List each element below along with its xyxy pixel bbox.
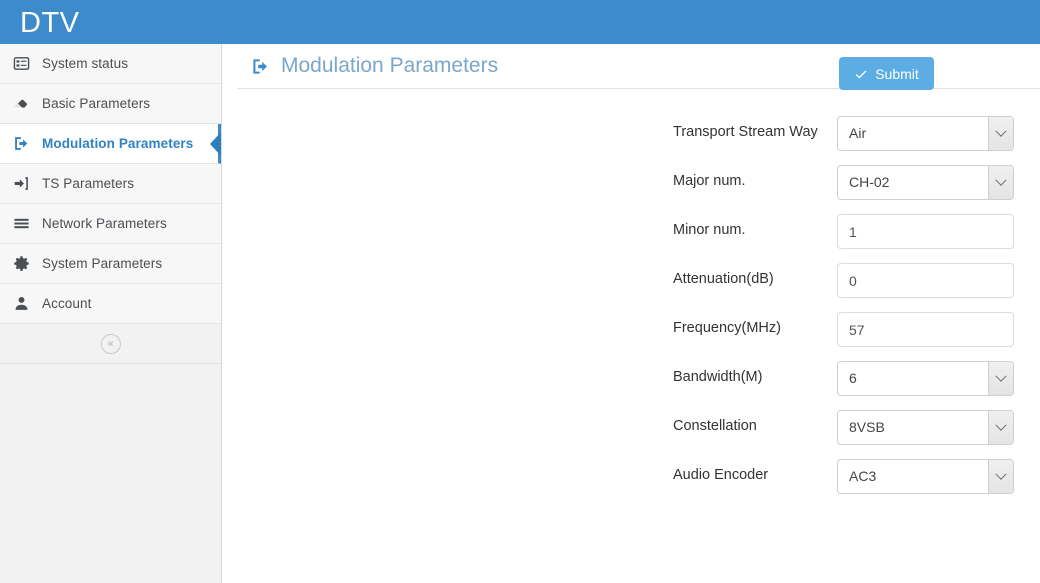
field-control-constellation: 8VSB [837, 410, 1014, 445]
field-control-bandwidth-m: 6 [837, 361, 1014, 396]
chevron-down-icon[interactable] [988, 117, 1013, 150]
sign-in-icon [0, 175, 42, 192]
sign-out-icon [0, 135, 42, 152]
sidebar-item-network-parameters[interactable]: Network Parameters [0, 204, 221, 244]
sidebar-navigation: System status Basic Parameters Modulation … [0, 44, 222, 583]
form-row-transport-stream-way: Transport Stream Way Air [223, 112, 1040, 161]
form-row-frequency-mhz: Frequency(MHz) [223, 308, 1040, 357]
sidebar-item-modulation-parameters[interactable]: Modulation Parameters [0, 124, 221, 164]
sidebar-item-label: Modulation Parameters [42, 136, 194, 151]
bandwidth-m-select[interactable]: 6 [837, 361, 1014, 396]
top-header-bar: DTV [0, 0, 1040, 44]
main-content: Modulation Parameters Transport Stream W… [223, 44, 1040, 583]
transport-stream-way-select-value: Air [849, 125, 867, 141]
sidebar-item-system-parameters[interactable]: System Parameters [0, 244, 221, 284]
chevron-down-icon[interactable] [988, 460, 1013, 493]
sidebar-item-label: Account [42, 296, 92, 311]
bandwidth-m-select-value: 6 [849, 370, 857, 386]
form-row-attenuation-db: Attenuation(dB) [223, 259, 1040, 308]
sidebar-item-account[interactable]: Account [0, 284, 221, 324]
sidebar-item-label: TS Parameters [42, 176, 135, 191]
form-row-major-num: Major num. CH-02 [223, 161, 1040, 210]
form-row-constellation: Constellation 8VSB [223, 406, 1040, 455]
sidebar-item-label: Network Parameters [42, 216, 167, 231]
field-label-major-num: Major num. [673, 173, 746, 189]
field-label-minor-num: Minor num. [673, 222, 746, 238]
field-label-transport-stream-way: Transport Stream Way [673, 124, 818, 140]
modulation-parameters-form: Transport Stream Way Air Major num. CH-02 Mi… [223, 112, 1040, 504]
form-row-audio-encoder: Audio Encoder AC3 [223, 455, 1040, 504]
frequency-mhz-input[interactable] [837, 312, 1014, 347]
form-row-minor-num: Minor num. [223, 210, 1040, 259]
field-label-constellation: Constellation [673, 418, 757, 434]
field-label-audio-encoder: Audio Encoder [673, 467, 769, 483]
eraser-icon [0, 95, 42, 112]
field-control-minor-num [837, 214, 1014, 249]
constellation-select[interactable]: 8VSB [837, 410, 1014, 445]
audio-encoder-select[interactable]: AC3 [837, 459, 1014, 494]
major-num-select-value: CH-02 [849, 174, 890, 190]
field-label-attenuation-db: Attenuation(dB) [673, 271, 774, 287]
form-row-bandwidth-m: Bandwidth(M) 6 [223, 357, 1040, 406]
list-alt-icon [0, 55, 42, 72]
gear-icon [0, 255, 42, 272]
app-brand-logo: DTV [20, 7, 80, 39]
chevron-down-icon[interactable] [988, 411, 1013, 444]
chevron-down-icon[interactable] [988, 362, 1013, 395]
check-icon [854, 67, 868, 81]
transport-stream-way-select[interactable]: Air [837, 116, 1014, 151]
sidebar-item-label: System Parameters [42, 256, 163, 271]
sidebar-menu-list: System status Basic Parameters Modulation … [0, 44, 221, 324]
field-control-transport-stream-way: Air [837, 116, 1014, 151]
field-control-attenuation-db [837, 263, 1014, 298]
sidebar-item-basic-parameters[interactable]: Basic Parameters [0, 84, 221, 124]
bars-icon [0, 215, 42, 232]
user-icon [0, 295, 42, 312]
constellation-select-value: 8VSB [849, 419, 885, 435]
sidebar-collapse-row: « [0, 324, 221, 364]
major-num-select[interactable]: CH-02 [837, 165, 1014, 200]
submit-row: Submit [223, 44, 1040, 104]
field-control-audio-encoder: AC3 [837, 459, 1014, 494]
chevron-down-icon[interactable] [988, 166, 1013, 199]
field-control-frequency-mhz [837, 312, 1014, 347]
attenuation-db-input[interactable] [837, 263, 1014, 298]
minor-num-input[interactable] [837, 214, 1014, 249]
audio-encoder-select-value: AC3 [849, 468, 877, 484]
sidebar-item-system-status[interactable]: System status [0, 44, 221, 84]
field-label-frequency-mhz: Frequency(MHz) [673, 320, 781, 336]
sidebar-collapse-icon[interactable]: « [100, 333, 121, 354]
sidebar-item-label: Basic Parameters [42, 96, 151, 111]
sidebar-item-label: System status [42, 56, 129, 71]
submit-button-label: Submit [875, 65, 919, 82]
field-label-bandwidth-m: Bandwidth(M) [673, 369, 763, 385]
field-control-major-num: CH-02 [837, 165, 1014, 200]
submit-button[interactable]: Submit [839, 57, 934, 90]
sidebar-item-ts-parameters[interactable]: TS Parameters [0, 164, 221, 204]
